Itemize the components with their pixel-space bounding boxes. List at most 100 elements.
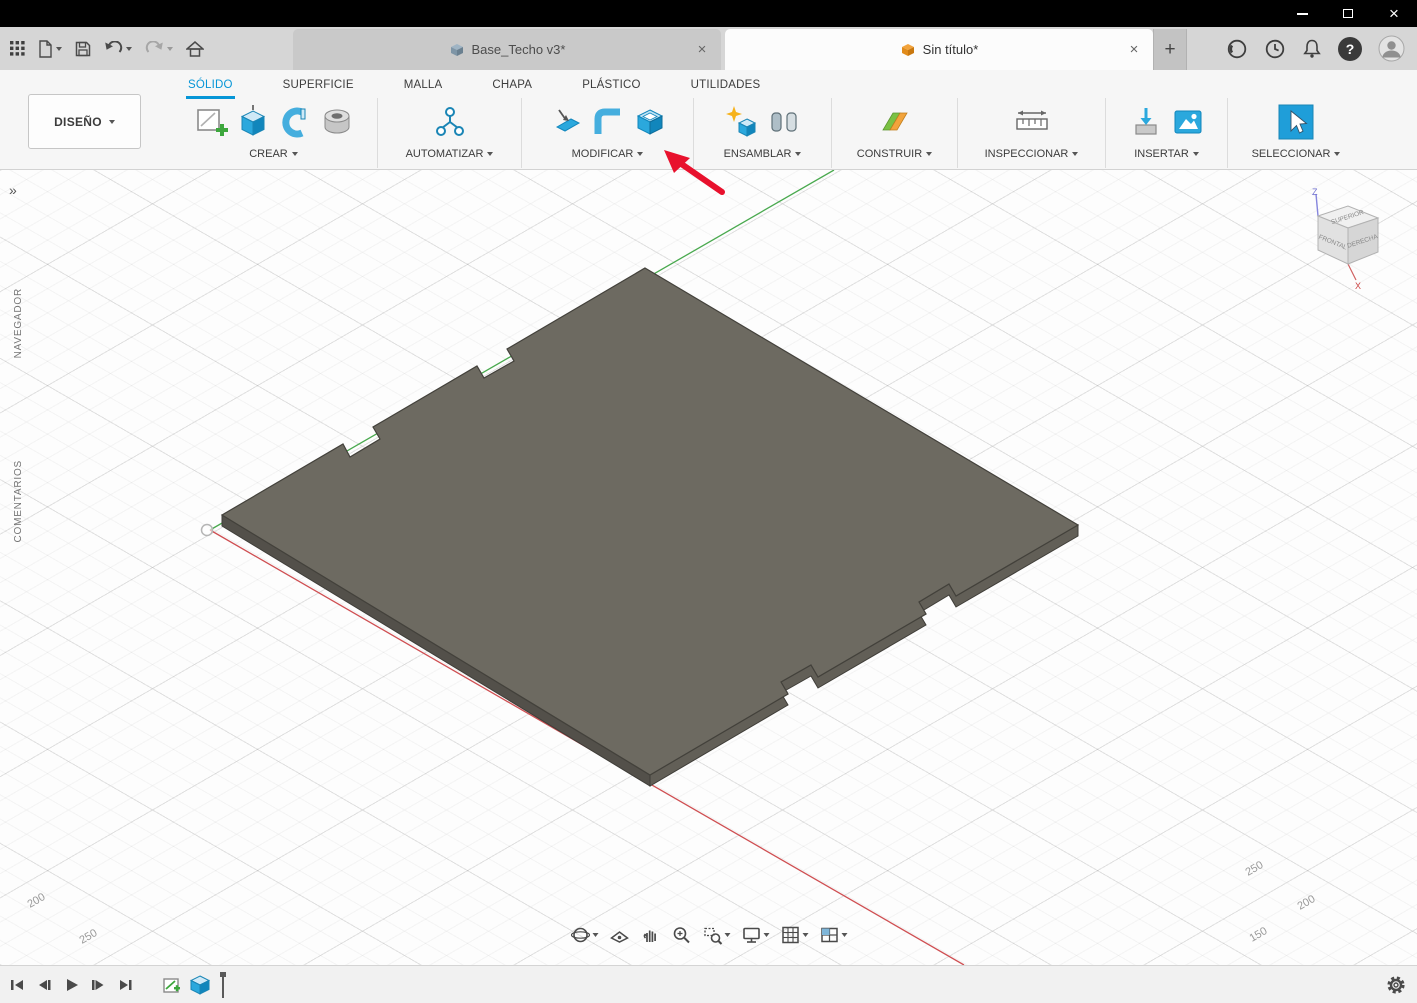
look-at-button[interactable] — [607, 923, 631, 947]
undo-icon — [105, 41, 123, 53]
minimize-icon — [1296, 12, 1308, 15]
viewcube-x-label: X — [1355, 281, 1361, 291]
press-pull-button[interactable] — [548, 104, 584, 140]
extensions-button[interactable] — [1226, 38, 1248, 60]
settings-gear-button[interactable] — [1385, 974, 1407, 996]
job-status-button[interactable] — [1264, 38, 1286, 60]
new-tab-button[interactable]: + — [1153, 29, 1187, 70]
go-to-start-button[interactable] — [8, 976, 26, 994]
play-icon — [67, 978, 78, 991]
group-dropdown-ensamblar[interactable]: ENSAMBLAR — [724, 148, 802, 160]
save-button[interactable] — [75, 41, 91, 57]
model-base-plate[interactable] — [220, 267, 1080, 787]
construct-plane-button[interactable] — [877, 104, 913, 140]
header-status-icons: ? — [1226, 27, 1417, 70]
tab-superficie[interactable]: SUPERFICIE — [281, 76, 356, 99]
group-dropdown-crear[interactable]: CREAR — [249, 148, 298, 160]
tab-solido[interactable]: SÓLIDO — [186, 76, 235, 99]
group-dropdown-automatizar[interactable]: AUTOMATIZAR — [406, 148, 494, 160]
grid-snaps-caret-icon — [802, 933, 808, 937]
tab-plastico[interactable]: PLÁSTICO — [580, 76, 642, 99]
file-menu-button[interactable] — [38, 39, 62, 58]
extrude-button[interactable] — [235, 104, 271, 140]
tab-close-button[interactable]: × — [693, 41, 711, 59]
measure-button[interactable] — [1014, 104, 1050, 140]
undo-caret-icon — [126, 46, 132, 51]
redo-button[interactable] — [145, 41, 173, 56]
measure-icon — [1015, 110, 1048, 130]
navigator-panel-tab[interactable]: NAVEGADOR — [13, 288, 24, 358]
create-sketch-button[interactable] — [193, 104, 229, 140]
close-window-button[interactable]: × — [1371, 0, 1417, 27]
step-forward-button[interactable] — [89, 976, 107, 994]
panel-expand-button[interactable]: » — [9, 182, 17, 198]
playhead-icon — [220, 971, 226, 998]
viewports-button[interactable] — [817, 923, 849, 947]
avatar-icon — [1378, 35, 1405, 62]
home-button[interactable] — [186, 40, 204, 57]
extensions-icon — [1227, 39, 1247, 58]
press-pull-icon — [555, 109, 580, 132]
timeline-sketch-feature[interactable] — [162, 975, 182, 995]
timeline-extrude-feature[interactable] — [189, 973, 211, 997]
create-sketch-icon — [196, 109, 228, 136]
automate-button[interactable] — [432, 104, 468, 140]
group-dropdown-construir[interactable]: CONSTRUIR — [857, 148, 933, 160]
look-at-icon — [609, 931, 629, 943]
revolve-button[interactable] — [277, 104, 313, 140]
tab-chapa[interactable]: CHAPA — [490, 76, 534, 99]
help-button[interactable]: ? — [1338, 36, 1362, 61]
tab-close-button[interactable]: × — [1125, 41, 1143, 59]
step-back-button[interactable] — [35, 976, 53, 994]
timeline-playhead[interactable] — [218, 971, 228, 999]
pan-button[interactable] — [638, 923, 662, 947]
orbit-icon — [570, 927, 590, 943]
app-grid-icon — [10, 41, 25, 56]
quick-access-toolbar — [0, 27, 293, 70]
ribbon-group-construir: CONSTRUIR — [832, 98, 958, 168]
orbit-button[interactable] — [568, 923, 600, 947]
hole-button[interactable] — [319, 104, 355, 140]
plate-top-face — [220, 267, 1080, 776]
undo-button[interactable] — [104, 41, 132, 56]
minimize-button[interactable] — [1279, 0, 1325, 27]
fillet-button[interactable] — [590, 104, 626, 140]
fillet-icon — [594, 108, 620, 134]
viewcube[interactable]: SUPERIOR FRONTAL DERECHA Z X — [1303, 186, 1403, 296]
workspace-selector[interactable]: DISEÑO — [28, 94, 141, 149]
scale-label: 250 — [78, 927, 100, 947]
new-component-button[interactable] — [724, 104, 760, 140]
pan-hand-icon — [643, 930, 656, 942]
comments-panel-tab[interactable]: COMENTARIOS — [13, 460, 24, 543]
display-settings-button[interactable] — [739, 923, 771, 947]
app-grid-button[interactable] — [10, 41, 25, 56]
group-dropdown-seleccionar[interactable]: SELECCIONAR — [1252, 148, 1341, 160]
tab-utilidades[interactable]: UTILIDADES — [689, 76, 763, 99]
group-dropdown-modificar[interactable]: MODIFICAR — [572, 148, 644, 160]
notifications-button[interactable] — [1302, 38, 1322, 59]
insert-derive-button[interactable] — [1128, 104, 1164, 140]
ribbon-group-seleccionar: SELECCIONAR — [1228, 98, 1364, 168]
group-dropdown-insertar[interactable]: INSERTAR — [1134, 148, 1199, 160]
select-button[interactable] — [1275, 101, 1317, 143]
group-dropdown-inspeccionar[interactable]: INSPECCIONAR — [985, 148, 1079, 160]
go-to-end-button[interactable] — [116, 976, 134, 994]
home-icon — [186, 40, 204, 57]
play-button[interactable] — [62, 976, 80, 994]
tab-sin-titulo[interactable]: Sin título* × — [725, 29, 1153, 70]
joint-button[interactable] — [766, 104, 802, 140]
tab-base-techo[interactable]: Base_Techo v3* × — [293, 29, 721, 70]
document-tabs: Base_Techo v3* × Sin título* × — [293, 27, 1153, 70]
zoom-icon — [673, 927, 690, 944]
grid-snaps-button[interactable] — [778, 923, 810, 947]
zoom-window-button[interactable] — [700, 923, 732, 947]
tab-malla[interactable]: MALLA — [402, 76, 445, 99]
shell-button[interactable] — [632, 104, 668, 140]
canvas-decal-button[interactable] — [1170, 104, 1206, 140]
profile-avatar[interactable] — [1378, 35, 1405, 62]
viewport-3d[interactable]: 200 250 250 200 150 » NAVEGADOR COMENTAR… — [0, 170, 1417, 965]
zoom-button[interactable] — [669, 923, 693, 947]
ribbon: DISEÑO SÓLIDO SUPERFICIE MALLA CHAPA PLÁ… — [0, 70, 1417, 170]
dropdown-caret-icon — [487, 152, 494, 156]
maximize-button[interactable] — [1325, 0, 1371, 27]
